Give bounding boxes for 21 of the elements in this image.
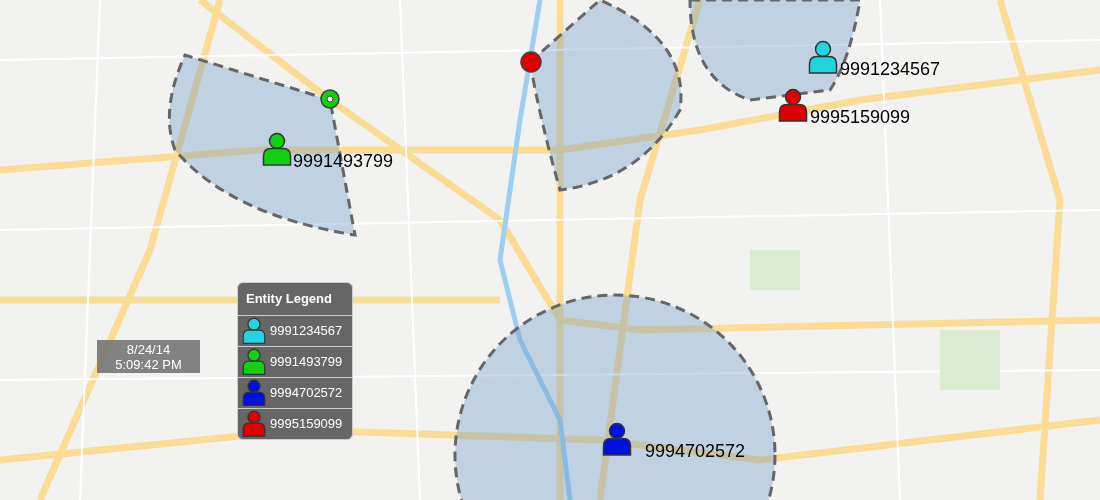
person-icon (808, 40, 838, 75)
legend-label: 9991234567 (270, 321, 343, 340)
location-pin-icon (320, 89, 340, 109)
phone-number-label: 9991234567 (840, 60, 941, 78)
timestamp-time: 5:09:42 PM (115, 356, 182, 372)
phone-number-label: 9991493799 (293, 152, 394, 170)
person-icon (242, 347, 266, 376)
phone-number-label: 9995159099 (810, 108, 911, 126)
timestamp-date: 8/24/14 (126, 341, 171, 357)
phone-number-label: 9994702572 (645, 442, 746, 460)
legend-label: 9994702572 (270, 383, 343, 402)
person-icon (242, 409, 266, 438)
legend-title: Entity Legend (245, 290, 333, 308)
person-icon (778, 88, 808, 123)
person-icon (242, 316, 266, 345)
person-icon (602, 422, 632, 457)
location-dot-icon (520, 51, 542, 73)
legend-label: 9995159099 (270, 414, 343, 433)
legend-label: 9991493799 (270, 352, 343, 371)
person-icon (262, 132, 292, 167)
person-icon (242, 378, 266, 407)
